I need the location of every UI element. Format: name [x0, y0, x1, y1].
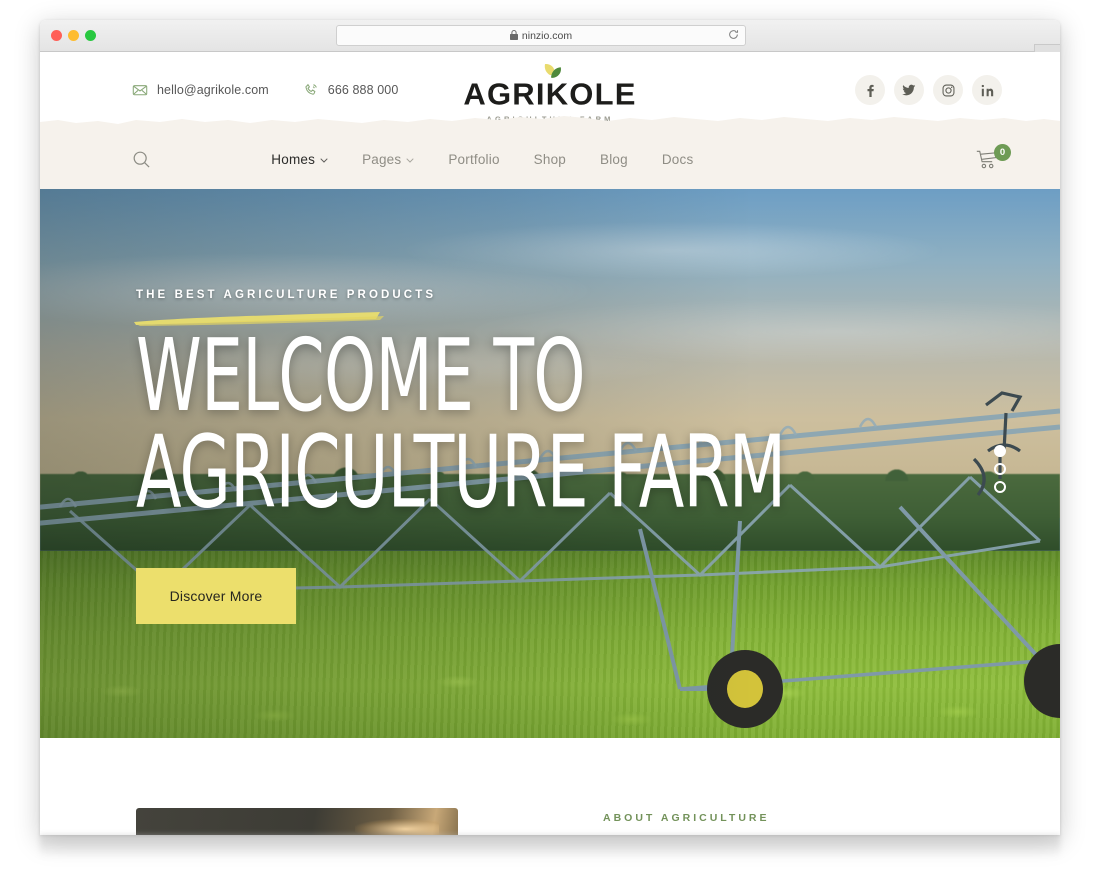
nav-item-portfolio-label: Portfolio — [448, 151, 500, 167]
discover-more-button[interactable]: Discover More — [136, 567, 296, 624]
search-icon[interactable] — [132, 150, 151, 169]
email-text: hello@agrikole.com — [157, 83, 269, 97]
cart-button[interactable]: 0 — [976, 144, 1011, 174]
phone-text: 666 888 000 — [327, 83, 399, 97]
hero-title: Welcome to Agriculture Farm — [136, 318, 786, 532]
torn-paper-divider — [40, 115, 1060, 129]
reload-icon[interactable] — [728, 29, 739, 43]
nav-item-docs[interactable]: Docs — [662, 152, 694, 167]
nav-item-homes[interactable]: Homes — [271, 152, 328, 167]
cart-count-badge: 0 — [994, 144, 1011, 161]
close-window-button[interactable] — [51, 30, 62, 41]
hero-eyebrow: THE BEST AGRICULTURE PRODUCTS — [136, 289, 437, 301]
leaf-icon — [463, 63, 636, 81]
hero-slider-dot-2[interactable] — [994, 463, 1006, 475]
linkedin-icon[interactable] — [972, 75, 1002, 105]
hero-eyebrow-wrap: THE BEST AGRICULTURE PRODUCTS — [134, 289, 437, 326]
address-bar[interactable]: ninzio.com — [336, 25, 746, 46]
hero-title-line-1: Welcome to — [136, 318, 586, 435]
browser-window: ninzio.com + — [40, 20, 1060, 835]
email-link[interactable]: hello@agrikole.com — [132, 82, 269, 98]
nav-item-homes-label: Homes — [271, 151, 316, 167]
address-bar-url: ninzio.com — [521, 29, 573, 42]
nav-item-blog[interactable]: Blog — [600, 152, 628, 167]
minimize-window-button[interactable] — [68, 30, 79, 41]
nav-item-docs-label: Docs — [661, 151, 694, 167]
facebook-icon[interactable] — [855, 75, 885, 105]
desktop-backdrop: ninzio.com + — [0, 0, 1100, 891]
nav-item-blog-label: Blog — [600, 151, 628, 167]
chevron-down-icon — [406, 156, 414, 165]
main-navigation-bar: Homes Pages Portfolio Shop Blog Docs 0 — [40, 129, 1060, 189]
nav-item-shop-label: Shop — [533, 151, 567, 167]
hero-title-line-2: Agriculture Farm — [136, 415, 786, 532]
contact-info-group: hello@agrikole.com 666 888 000 — [132, 82, 398, 98]
envelope-icon — [132, 82, 148, 98]
nav-item-pages[interactable]: Pages — [362, 152, 414, 167]
nav-item-pages-label: Pages — [362, 151, 402, 167]
browser-titlebar: ninzio.com + — [40, 20, 1060, 68]
about-image — [136, 808, 458, 835]
about-section: ABOUT AGRICULTURE — [40, 738, 1060, 835]
nav-item-portfolio[interactable]: Portfolio — [448, 152, 499, 167]
hero-slider-dot-1[interactable] — [994, 445, 1006, 457]
twitter-icon[interactable] — [894, 75, 924, 105]
window-bottom-shadow — [40, 835, 1060, 857]
hero-slider-dots — [994, 445, 1006, 493]
chevron-down-icon — [320, 156, 328, 165]
lock-icon — [509, 29, 518, 42]
social-links — [855, 75, 1002, 105]
hero-content: THE BEST AGRICULTURE PRODUCTS Welcome to… — [134, 285, 891, 624]
hero-slider-dot-3[interactable] — [994, 481, 1006, 493]
maximize-window-button[interactable] — [85, 30, 96, 41]
nav-items: Homes Pages Portfolio Shop Blog Docs — [271, 152, 693, 167]
hero-slider: THE BEST AGRICULTURE PRODUCTS Welcome to… — [40, 189, 1060, 738]
phone-icon — [303, 82, 319, 98]
instagram-icon[interactable] — [933, 75, 963, 105]
page-viewport: hello@agrikole.com 666 888 000 AGRIKOLE … — [40, 52, 1060, 835]
nav-item-shop[interactable]: Shop — [534, 152, 566, 167]
site-logo[interactable]: AGRIKOLE AGRICULTURE FARM — [463, 57, 636, 124]
phone-link[interactable]: 666 888 000 — [303, 82, 399, 98]
about-eyebrow: ABOUT AGRICULTURE — [603, 812, 770, 824]
window-controls[interactable] — [51, 30, 96, 41]
logo-wordmark: AGRIKOLE — [463, 76, 637, 112]
